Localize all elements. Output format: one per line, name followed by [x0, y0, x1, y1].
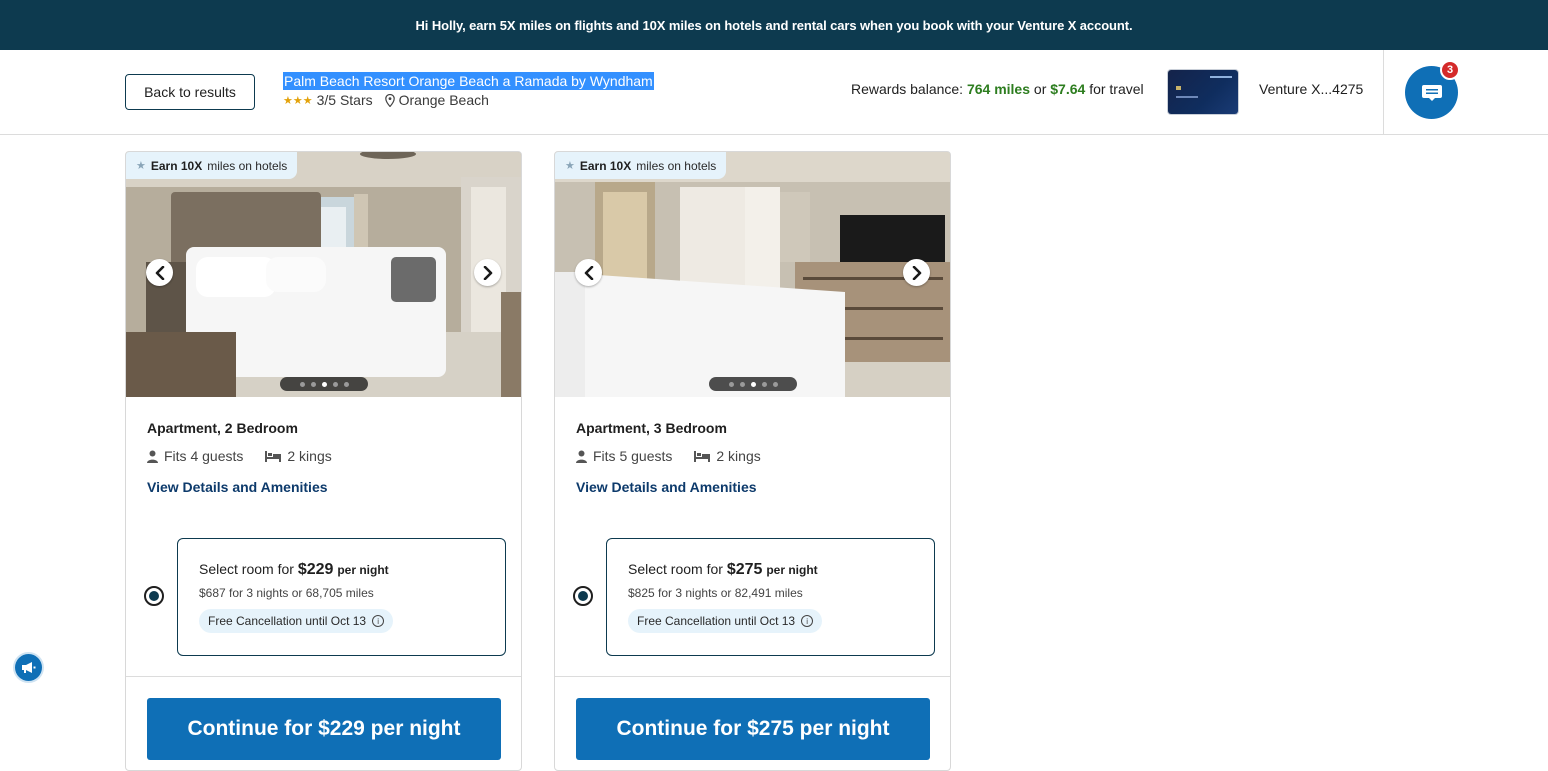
hotel-name: Palm Beach Resort Orange Beach a Ramada … [283, 72, 654, 90]
photo-dot[interactable] [761, 381, 767, 387]
prev-photo-button[interactable] [575, 259, 602, 286]
feedback-button[interactable] [15, 654, 42, 681]
megaphone-icon [22, 662, 36, 673]
rate-option[interactable]: Select room for $229 per night $687 for … [177, 538, 506, 656]
rate-total: $687 for 3 nights or 68,705 miles [199, 586, 374, 600]
rate-select-prefix: Select room for [199, 561, 294, 577]
photo-pagination [709, 377, 797, 391]
person-icon [147, 450, 158, 463]
cancellation-text: Free Cancellation until Oct 13 [208, 614, 367, 628]
cancellation-badge: Free Cancellation until Oct 13 i [628, 609, 823, 633]
bed-icon [694, 450, 711, 462]
earn-tag-text: miles on hotels [636, 158, 717, 173]
hotel-header: Back to results Palm Beach Resort Orange… [0, 50, 1548, 135]
rate-per-night: per night [766, 563, 818, 577]
room-photo-image [555, 152, 950, 397]
photo-dot[interactable] [299, 381, 305, 387]
chat-icon [1421, 84, 1442, 101]
credit-card-image [1168, 70, 1238, 114]
photo-dot[interactable] [772, 381, 778, 387]
photo-dot[interactable] [343, 381, 349, 387]
promo-banner-text: Hi Holly, earn 5X miles on flights and 1… [415, 17, 1133, 33]
rate-option[interactable]: Select room for $275 per night $825 for … [606, 538, 935, 656]
hotel-meta: ★★★ 3/5 Stars Orange Beach [283, 92, 489, 108]
room-beds: 2 kings [287, 448, 332, 464]
rewards-suffix: for travel [1089, 81, 1144, 97]
info-icon[interactable]: i [372, 615, 385, 627]
rewards-prefix: Rewards balance: [851, 81, 964, 97]
person-icon [576, 450, 587, 463]
continue-button[interactable]: Continue for $275 per night [576, 698, 930, 760]
room-beds: 2 kings [716, 448, 761, 464]
photo-dot[interactable] [332, 381, 338, 387]
room-rate-radio[interactable] [573, 586, 593, 606]
continue-button[interactable]: Continue for $229 per night [147, 698, 501, 760]
card-divider [126, 676, 521, 677]
next-photo-button[interactable] [474, 259, 501, 286]
room-guests: Fits 4 guests [164, 448, 244, 464]
photo-dot[interactable] [739, 381, 745, 387]
card-divider [555, 676, 950, 677]
bed-icon [265, 450, 282, 462]
rate-select-line: Select room for $229 per night [199, 561, 389, 579]
card-label: Venture X...4275 [1259, 81, 1364, 97]
room-photo: ★ Earn 10X miles on hotels [555, 152, 950, 397]
rate-select-prefix: Select room for [628, 561, 723, 577]
photo-dot-active[interactable] [321, 381, 327, 387]
room-card: ★ Earn 10X miles on hotels Apartment, 3 … [554, 151, 951, 771]
earn-tag: ★ Earn 10X miles on hotels [126, 152, 298, 179]
photo-dot-active[interactable] [750, 381, 756, 387]
earn-tag-text: miles on hotels [207, 158, 288, 173]
room-facts: Fits 4 guests 2 kings [147, 448, 332, 464]
rate-price: $275 [726, 561, 763, 578]
room-rate-radio[interactable] [144, 586, 164, 606]
earn-tag: ★ Earn 10X miles on hotels [555, 152, 727, 179]
room-card: ★ Earn 10X miles on hotels Apartment, 2 … [125, 151, 522, 771]
location-pin-icon [384, 93, 395, 107]
rate-per-night: per night [337, 563, 389, 577]
rewards-or: or [1033, 81, 1047, 97]
star-icon: ★ [565, 160, 575, 172]
room-title: Apartment, 3 Bedroom [576, 420, 727, 436]
room-photo: ★ Earn 10X miles on hotels [126, 152, 521, 397]
rate-price: $229 [297, 561, 334, 578]
photo-dot[interactable] [310, 381, 316, 387]
next-photo-button[interactable] [903, 259, 930, 286]
star-rating-text: 3/5 Stars [316, 92, 373, 108]
view-details-link[interactable]: View Details and Amenities [147, 479, 328, 495]
room-guests: Fits 5 guests [593, 448, 673, 464]
earn-tag-bold: Earn 10X [150, 158, 203, 173]
hotel-location: Orange Beach [398, 92, 489, 108]
chevron-right-icon [483, 265, 492, 280]
photo-dot[interactable] [728, 381, 734, 387]
chevron-right-icon [912, 265, 921, 280]
room-photo-image [126, 152, 521, 397]
earn-tag-bold: Earn 10X [579, 158, 632, 173]
chevron-left-icon [155, 265, 164, 280]
chevron-left-icon [584, 265, 593, 280]
promo-banner: Hi Holly, earn 5X miles on flights and 1… [0, 0, 1548, 50]
room-title: Apartment, 2 Bedroom [147, 420, 298, 436]
cancellation-text: Free Cancellation until Oct 13 [637, 614, 796, 628]
room-facts: Fits 5 guests 2 kings [576, 448, 761, 464]
view-details-link[interactable]: View Details and Amenities [576, 479, 757, 495]
photo-pagination [280, 377, 368, 391]
rewards-miles: 764 miles [966, 81, 1031, 97]
chat-badge: 3 [1440, 60, 1460, 80]
rate-select-line: Select room for $275 per night [628, 561, 818, 579]
star-rating-icons: ★★★ [283, 94, 313, 107]
rate-total: $825 for 3 nights or 82,491 miles [628, 586, 803, 600]
back-to-results-button[interactable]: Back to results [125, 74, 255, 110]
info-icon[interactable]: i [801, 615, 814, 627]
prev-photo-button[interactable] [146, 259, 173, 286]
cancellation-badge: Free Cancellation until Oct 13 i [199, 609, 394, 633]
header-divider [1383, 50, 1384, 134]
rewards-cash: $7.64 [1050, 81, 1086, 97]
rewards-balance: Rewards balance: 764 miles or $7.64 for … [851, 81, 1144, 97]
star-icon: ★ [136, 160, 146, 172]
